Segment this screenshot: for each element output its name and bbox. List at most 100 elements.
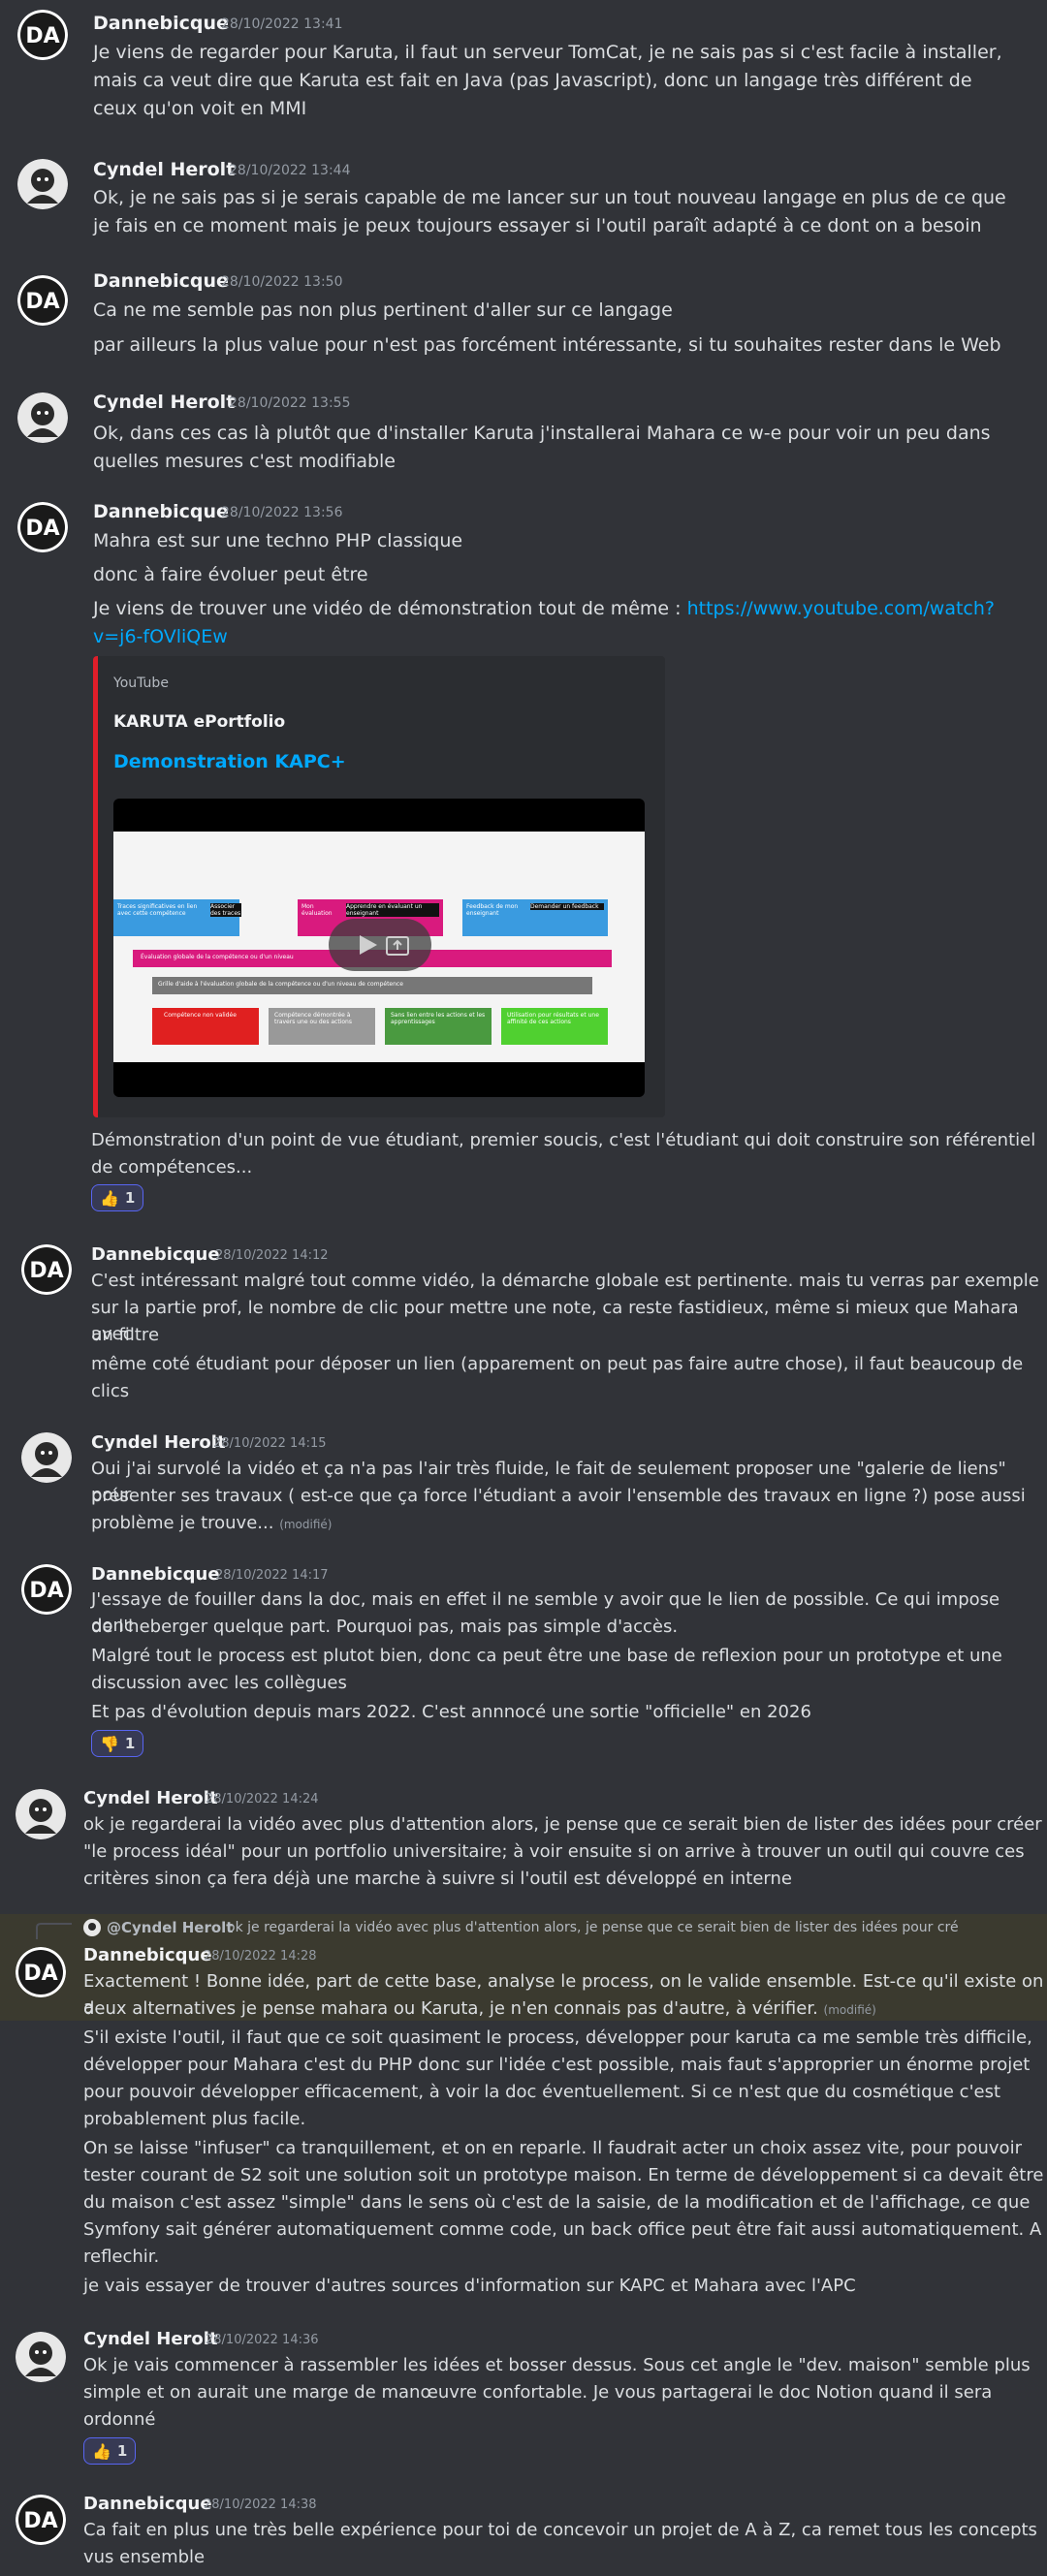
message-line: C'est intéressant malgré tout comme vidé… — [91, 1271, 1039, 1291]
message: Cyndel Herolt 28/10/2022 13:44 Ok, je ne… — [0, 145, 1047, 252]
message-line: Malgré tout le process est plutot bien, … — [91, 1646, 1002, 1666]
avatar-cyndel-herolt[interactable] — [16, 2332, 66, 2382]
timestamp: 28/10/2022 13:41 — [221, 16, 343, 32]
reaction-thumbs-up[interactable]: 👍 1 — [83, 2437, 137, 2465]
reply-text: ok je regarderai la vidéo avec plus d'at… — [227, 1920, 959, 1935]
avatar-cyndel-herolt[interactable] — [16, 1789, 66, 1839]
author-name[interactable]: Dannebicque — [83, 1945, 212, 1965]
avatar-cyndel-herolt[interactable] — [17, 159, 68, 209]
svg-text:DA: DA — [25, 290, 59, 314]
avatar-dannebicque[interactable]: DA — [21, 1564, 72, 1615]
edited-label: (modifié) — [279, 1518, 333, 1531]
message: DA Dannebicque 28/10/2022 14:17 J'essaye… — [0, 1554, 1047, 1757]
message-line: pour pouvoir développer efficacement, à … — [83, 2082, 1001, 2102]
message-line: reflechir. — [83, 2246, 160, 2267]
message-line: Et pas d'évolution depuis mars 2022. C'e… — [91, 1702, 811, 1722]
reply-avatar-icon — [83, 1919, 101, 1936]
message-line: On se laisse "infuser" ca tranquillement… — [83, 2138, 1022, 2158]
thumbs-down-icon: 👎 — [100, 1734, 119, 1753]
message: DA Dannebicque 28/10/2022 14:38 Ca fait … — [0, 2486, 1047, 2576]
svg-text:DA: DA — [29, 1579, 63, 1603]
author-name[interactable]: Cyndel Herolt — [83, 1788, 218, 1808]
video-label: Compétence démontrée à travers une ou de… — [274, 1012, 352, 1025]
youtube-link[interactable]: https://www.youtube.com/watch? — [687, 598, 995, 619]
timestamp: 28/10/2022 14:15 — [213, 1436, 327, 1451]
message-line: présenter ses travaux ( est-ce que ça fo… — [91, 1486, 1026, 1506]
video-label: Mon évaluation — [301, 903, 333, 917]
message-line: clics — [91, 1381, 130, 1401]
youtube-link[interactable]: v=j6-fOVliQEw — [93, 626, 228, 647]
message-line: deux alternatives je pense mahara ou Kar… — [83, 1995, 876, 2024]
edited-label: (modifié) — [823, 2003, 876, 2017]
reaction-count: 1 — [124, 1735, 136, 1752]
reaction-thumbs-up[interactable]: 👍 1 — [91, 1184, 144, 1211]
message-line: quelles mesures c'est modifiable — [93, 451, 396, 472]
avatar-dannebicque[interactable]: DA — [17, 502, 68, 552]
message: Cyndel Herolt 28/10/2022 14:15 Oui j'ai … — [0, 1423, 1047, 1549]
video-label: Grille d'aide à l'évaluation globale de … — [158, 981, 403, 988]
message: Cyndel Herolt 28/10/2022 14:24 ok je reg… — [0, 1778, 1047, 1904]
message-line: simple et on aurait une marge de manœuvr… — [83, 2382, 993, 2403]
timestamp: 28/10/2022 14:24 — [206, 1792, 319, 1806]
author-name[interactable]: Dannebicque — [91, 1564, 220, 1585]
svg-text:DA: DA — [29, 1259, 63, 1283]
message-line: ok je regarderai la vidéo avec plus d'at… — [83, 1814, 1042, 1835]
message-line: mais ca veut dire que Karuta est fait en… — [93, 70, 972, 91]
author-name[interactable]: Dannebicque — [93, 13, 229, 34]
video-thumbnail[interactable]: Traces significatives en lien avec cette… — [113, 799, 645, 1097]
video-label: Demander un feedback — [530, 903, 604, 910]
avatar-cyndel-herolt[interactable] — [17, 393, 68, 443]
video-label: Sans lien entre les actions et les appre… — [391, 1012, 486, 1025]
video-label: Compétence non validée — [164, 1012, 237, 1019]
embed-title[interactable]: Demonstration KAPC+ — [113, 751, 346, 772]
author-name[interactable]: Cyndel Herolt — [93, 392, 235, 413]
reply-author[interactable]: @Cyndel Herolt — [107, 1919, 233, 1936]
reply-preview[interactable]: @Cyndel Herolt ok je regarderai la vidéo… — [36, 1914, 1033, 1943]
timestamp: 28/10/2022 13:50 — [221, 274, 343, 290]
message-line: un filtre — [91, 1325, 160, 1345]
timestamp: 28/10/2022 14:36 — [206, 2333, 319, 2347]
attachment-description: de compétences... — [91, 1157, 253, 1178]
message-line: Ok, dans ces cas là plutôt que d'install… — [93, 423, 991, 444]
message-line: S'il existe l'outil, il faut que ce soit… — [83, 2027, 1032, 2048]
author-name[interactable]: Dannebicque — [91, 1244, 220, 1265]
message: DA Dannebicque 28/10/2022 13:50 Ca ne me… — [0, 262, 1047, 368]
author-name[interactable]: Dannebicque — [93, 270, 229, 292]
video-label: Feedback de mon enseignant — [466, 903, 519, 917]
video-label: Apprendre en évaluant un enseignant — [346, 903, 439, 917]
message-line: Ca ne me semble pas non plus pertinent d… — [93, 299, 673, 321]
message-line: discussion avec les collègues — [91, 1673, 347, 1693]
reply-connector-icon — [36, 1923, 72, 1939]
message-line: probablement plus facile. — [83, 2109, 306, 2129]
embed-author[interactable]: KARUTA ePortfolio — [113, 712, 285, 732]
author-name[interactable]: Cyndel Herolt — [93, 159, 235, 180]
message-line: Ok je vais commencer à rassembler les id… — [83, 2355, 1031, 2375]
author-name[interactable]: Cyndel Herolt — [83, 2329, 218, 2349]
message-line: Mahra est sur une techno PHP classique — [93, 530, 463, 551]
avatar-dannebicque[interactable]: DA — [17, 275, 68, 326]
message-line: donc à faire évoluer peut être — [93, 564, 368, 585]
avatar-cyndel-herolt[interactable] — [21, 1432, 72, 1483]
svg-text:DA: DA — [23, 1962, 57, 1986]
avatar-dannebicque[interactable]: DA — [16, 2495, 66, 2545]
author-name[interactable]: Cyndel Herolt — [91, 1432, 226, 1453]
author-name[interactable]: Dannebicque — [93, 501, 229, 522]
svg-text:DA: DA — [25, 517, 59, 541]
message-line: même coté étudiant pour déposer un lien … — [91, 1354, 1024, 1374]
message: Cyndel Herolt 28/10/2022 14:36 Ok je vai… — [0, 2321, 1047, 2465]
play-button[interactable] — [329, 919, 431, 971]
attachment-description: Démonstration d'un point de vue étudiant… — [91, 1130, 1036, 1150]
message-line: de l'heberger quelque part. Pourquoi pas… — [91, 1617, 679, 1637]
avatar-dannebicque[interactable]: DA — [17, 10, 68, 60]
avatar-dannebicque[interactable]: DA — [16, 1947, 66, 1997]
author-name[interactable]: Dannebicque — [83, 2494, 212, 2514]
thumbs-up-icon: 👍 — [100, 1188, 119, 1208]
timestamp: 28/10/2022 14:17 — [215, 1568, 329, 1583]
video-label: Traces significatives en lien avec cette… — [117, 903, 198, 917]
reaction-thumbs-down[interactable]: 👎 1 — [91, 1730, 144, 1757]
message: DA Dannebicque 28/10/2022 14:12 C'est in… — [0, 1231, 1047, 1415]
timestamp: 28/10/2022 13:55 — [229, 395, 351, 411]
message-text: Je viens de trouver une vidéo de démonst… — [93, 598, 687, 619]
avatar-dannebicque[interactable]: DA — [21, 1244, 72, 1295]
message-line: du maison c'est assez "simple" dans le s… — [83, 2192, 1031, 2213]
